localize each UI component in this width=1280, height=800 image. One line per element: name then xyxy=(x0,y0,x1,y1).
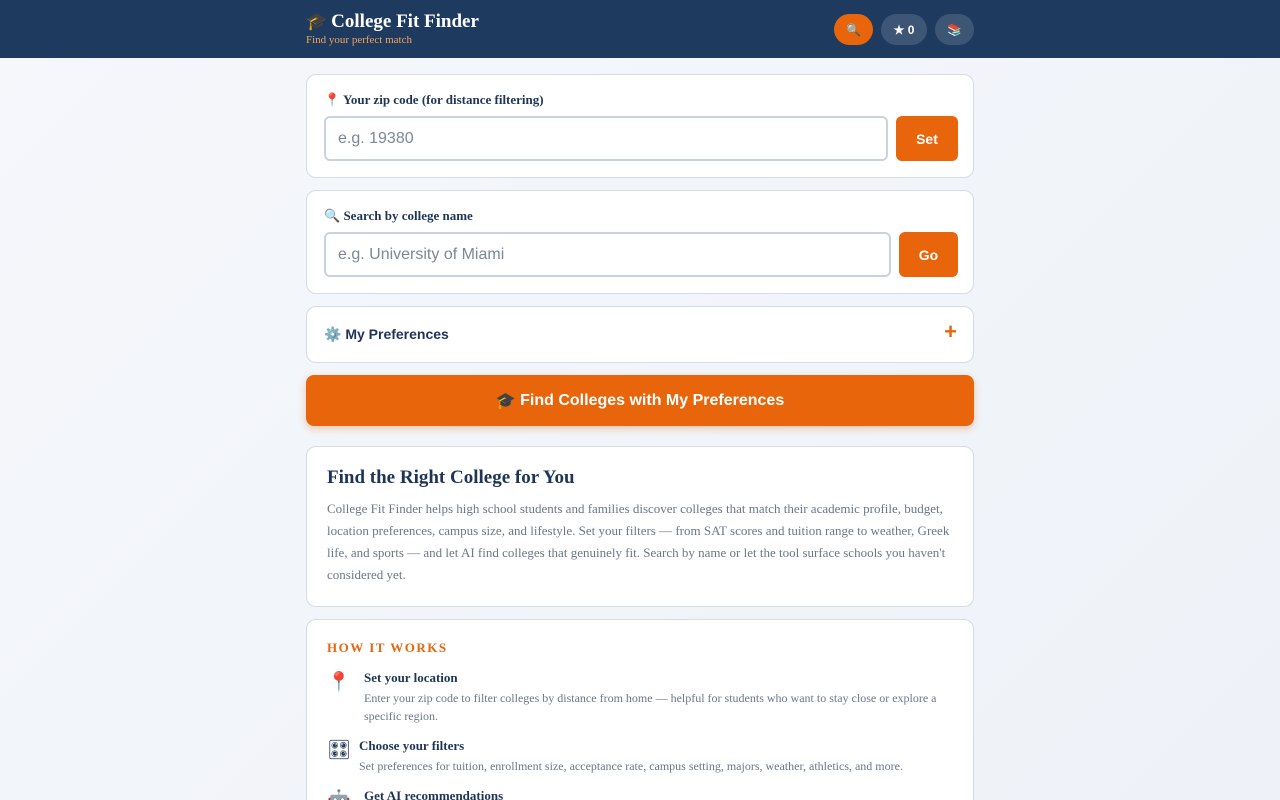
find-colleges-button[interactable]: 🎓 Find Colleges with My Preferences xyxy=(306,375,974,426)
search-card: 🔍 Search by college name Go xyxy=(306,190,974,294)
step-title: Set your location xyxy=(364,670,458,685)
search-label: 🔍 Search by college name xyxy=(324,208,473,224)
books-icon: 📚 xyxy=(947,22,962,37)
zip-card: 📍 Your zip code (for distance filtering)… xyxy=(306,74,974,178)
top-bar-inner: 🎓 College Fit Finder Find your perfect ma… xyxy=(306,0,974,58)
step-description: Set preferences for tuition, enrollment … xyxy=(359,759,903,773)
zip-label-text: Your zip code (for distance filtering) xyxy=(342,92,544,107)
step-title: Get AI recommendations xyxy=(364,788,504,800)
robot-icon: 🤖 xyxy=(327,788,351,800)
preferences-header: ⚙️ My Preferences xyxy=(324,326,449,343)
app-title-text: College Fit Finder xyxy=(331,11,479,32)
app-title: 🎓 College Fit Finder xyxy=(306,11,479,33)
how-it-works-title: HOW IT WORKS xyxy=(327,640,448,655)
find-colleges-label: Find Colleges with My Preferences xyxy=(520,391,785,409)
step-description: Enter your zip code to filter colleges b… xyxy=(364,691,937,723)
search-go-button[interactable]: Go xyxy=(899,232,958,277)
library-button[interactable]: 📚 xyxy=(935,14,974,45)
favorites-button[interactable]: ★ 0 xyxy=(881,14,927,45)
college-search-input[interactable] xyxy=(324,232,891,277)
zip-input[interactable] xyxy=(324,116,888,161)
zip-label: 📍 Your zip code (for distance filtering) xyxy=(324,92,544,108)
graduation-cap-icon: 🎓 xyxy=(495,392,516,410)
top-bar: 🎓 College Fit Finder Find your perfect ma… xyxy=(0,0,1280,58)
how-it-works-card: HOW IT WORKS 📍 Set your location Enter y… xyxy=(306,619,974,800)
expand-preferences-toggle[interactable]: + xyxy=(944,319,957,345)
step-item: 📍 Set your location Enter your zip code … xyxy=(327,670,957,728)
graduation-cap-icon: 🎓 xyxy=(306,12,328,31)
preferences-card[interactable]: ⚙️ My Preferences + xyxy=(306,306,974,363)
about-title: Find the Right College for You xyxy=(327,467,575,488)
gear-icon: ⚙️ xyxy=(324,326,342,342)
search-icon: 🔍 xyxy=(846,22,861,37)
app-subtitle: Find your perfect match xyxy=(306,34,412,46)
preferences-label: My Preferences xyxy=(345,326,449,342)
zip-set-button[interactable]: Set xyxy=(896,116,958,161)
step-title: Choose your filters xyxy=(359,738,465,753)
pin-icon: 📍 xyxy=(324,92,341,107)
header-search-button[interactable]: 🔍 xyxy=(834,14,873,45)
about-card: Find the Right College for You College F… xyxy=(306,446,974,607)
sliders-icon: 🎛 xyxy=(327,740,352,761)
pin-icon: 📍 xyxy=(327,672,351,693)
search-label-text: Search by college name xyxy=(343,208,473,223)
about-body: College Fit Finder helps high school stu… xyxy=(327,501,950,582)
magnifier-icon: 🔍 xyxy=(324,208,341,223)
step-item: 🎛 Choose your filters Set preferences fo… xyxy=(327,738,957,778)
step-item: 🤖 Get AI recommendations xyxy=(327,788,957,800)
